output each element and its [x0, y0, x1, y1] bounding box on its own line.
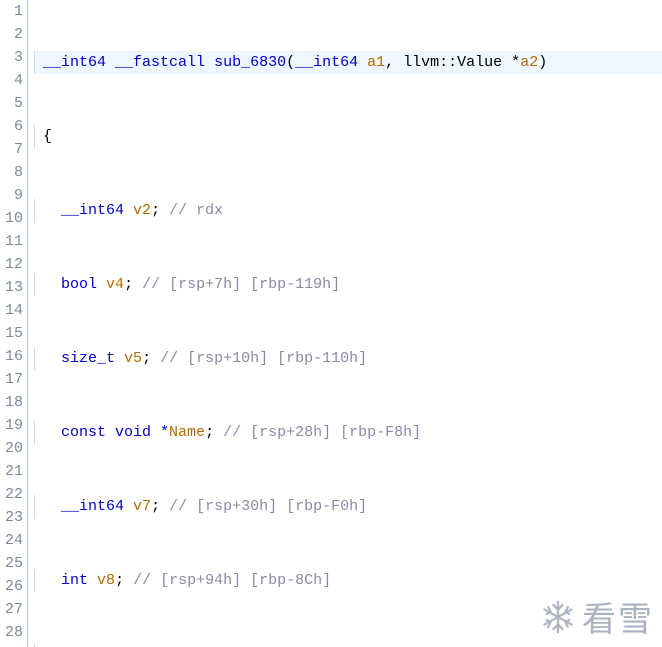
paren: ( — [286, 51, 295, 74]
line-number: 22 — [0, 483, 23, 506]
var-name: v5 — [124, 347, 142, 370]
line-number: 13 — [0, 276, 23, 299]
line-number: 3 — [0, 46, 23, 69]
snowflake-icon — [540, 599, 576, 635]
type-token: __int64 — [61, 495, 124, 518]
type-token: const void * — [61, 421, 169, 444]
line-number: 7 — [0, 138, 23, 161]
code-line[interactable]: bool v4; // [rsp+7h] [rbp-119h] — [34, 273, 662, 296]
watermark: 看雪 — [540, 592, 654, 641]
paren: ) — [538, 51, 547, 74]
code-line[interactable]: const void *Name; // [rsp+28h] [rbp-F8h] — [34, 421, 662, 444]
var-name: v8 — [97, 569, 115, 592]
var-name: v7 — [133, 495, 151, 518]
line-number: 1 — [0, 0, 23, 23]
line-number: 14 — [0, 299, 23, 322]
line-number: 5 — [0, 92, 23, 115]
line-number: 8 — [0, 161, 23, 184]
type-token: int — [61, 569, 88, 592]
line-number: 10 — [0, 207, 23, 230]
line-number: 23 — [0, 506, 23, 529]
line-number: 9 — [0, 184, 23, 207]
code-line[interactable]: __int64 v2; // rdx — [34, 199, 662, 222]
comment: // [rsp+10h] [rbp-110h] — [160, 347, 367, 370]
sep: , — [385, 51, 403, 74]
line-number: 6 — [0, 115, 23, 138]
code-line[interactable]: __int64 v7; // [rsp+30h] [rbp-F0h] — [34, 495, 662, 518]
line-number: 26 — [0, 575, 23, 598]
code-line[interactable]: __int64 __fastcall sub_6830(__int64 a1, … — [34, 51, 662, 74]
var-name: Name — [169, 421, 205, 444]
line-number: 2 — [0, 23, 23, 46]
watermark-text: 看雪 — [582, 592, 654, 641]
type-token: size_t — [61, 347, 115, 370]
line-number: 12 — [0, 253, 23, 276]
comment: // [rsp+28h] [rbp-F8h] — [223, 421, 421, 444]
line-number: 19 — [0, 414, 23, 437]
line-number: 11 — [0, 230, 23, 253]
type-token: __int64 — [61, 199, 124, 222]
comment: // [rsp+7h] [rbp-119h] — [142, 273, 340, 296]
brace-open: { — [43, 125, 52, 148]
code-viewer: 1 2 3 4 5 6 7 8 9 10 11 12 13 14 15 16 1… — [0, 0, 662, 647]
type-token: __int64 — [43, 51, 106, 74]
var-name: v4 — [106, 273, 124, 296]
type-token: __int64 — [295, 51, 358, 74]
code-line[interactable]: int v8; // [rsp+94h] [rbp-8Ch] — [34, 569, 662, 592]
line-number: 4 — [0, 69, 23, 92]
code-line[interactable] — [34, 643, 662, 647]
type-token: bool — [61, 273, 97, 296]
code-line[interactable]: size_t v5; // [rsp+10h] [rbp-110h] — [34, 347, 662, 370]
code-line[interactable]: { — [34, 125, 662, 148]
comment: // [rsp+30h] [rbp-F0h] — [169, 495, 367, 518]
line-number: 25 — [0, 552, 23, 575]
line-number: 15 — [0, 322, 23, 345]
code-area[interactable]: __int64 __fastcall sub_6830(__int64 a1, … — [28, 0, 662, 647]
param-name: a2 — [520, 51, 538, 74]
var-name: v2 — [133, 199, 151, 222]
line-number: 21 — [0, 460, 23, 483]
cc-token: __fastcall — [115, 51, 205, 74]
line-number: 16 — [0, 345, 23, 368]
line-number: 24 — [0, 529, 23, 552]
line-number: 18 — [0, 391, 23, 414]
type-token: llvm::Value * — [403, 51, 520, 74]
line-number: 17 — [0, 368, 23, 391]
line-number-gutter: 1 2 3 4 5 6 7 8 9 10 11 12 13 14 15 16 1… — [0, 0, 28, 647]
line-number: 27 — [0, 598, 23, 621]
comment: // [rsp+94h] [rbp-8Ch] — [133, 569, 331, 592]
param-name: a1 — [367, 51, 385, 74]
line-number: 20 — [0, 437, 23, 460]
func-name: sub_6830 — [214, 51, 286, 74]
comment: // rdx — [169, 199, 223, 222]
line-number: 28 — [0, 621, 23, 644]
